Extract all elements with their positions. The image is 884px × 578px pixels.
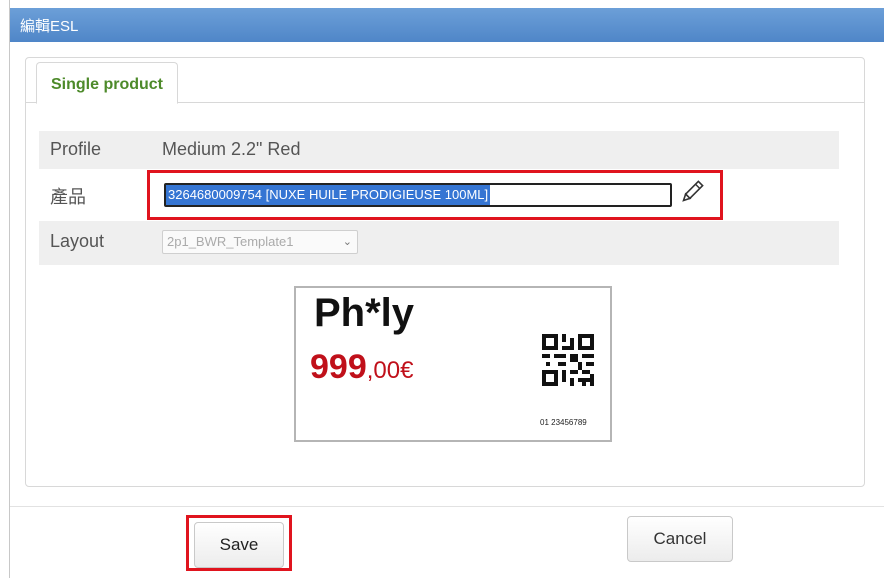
dialog-title: 編輯ESL bbox=[20, 18, 79, 35]
pencil-icon[interactable] bbox=[679, 179, 705, 205]
save-highlight-box: Save bbox=[186, 515, 292, 571]
layout-label: Layout bbox=[50, 231, 105, 251]
preview-price-int: 999 bbox=[310, 348, 367, 386]
product-label: 產品 bbox=[50, 187, 86, 207]
preview-price-dec: ,00€ bbox=[366, 357, 414, 384]
cancel-button[interactable]: Cancel bbox=[627, 516, 733, 562]
tab-bar: Single product bbox=[26, 58, 864, 104]
profile-label: Profile bbox=[50, 139, 102, 159]
esl-label-preview: Ph*ly 999,00€ 01 23456789 bbox=[294, 286, 612, 442]
layout-row: Layout 2p1_BWR_Template1 ⌄ bbox=[39, 221, 839, 265]
product-input-value: 3264680009754 [NUXE HUILE PRODIGIEUSE 10… bbox=[166, 185, 491, 205]
profile-row: Profile Medium 2.2" Red bbox=[39, 131, 839, 169]
dialog-titlebar[interactable]: 編輯ESL bbox=[10, 8, 884, 42]
product-row: 產品 3264680009754 [NUXE HUILE PRODIGIEUSE… bbox=[39, 170, 839, 220]
preview-barcode-number: 01 23456789 bbox=[540, 418, 587, 427]
qr-code-icon bbox=[542, 334, 594, 386]
chevron-down-icon: ⌄ bbox=[342, 236, 352, 248]
profile-value: Medium 2.2" Red bbox=[162, 139, 301, 159]
layout-select[interactable]: 2p1_BWR_Template1 ⌄ bbox=[162, 230, 358, 254]
tab-single-product[interactable]: Single product bbox=[36, 62, 178, 104]
edit-esl-dialog: 編輯ESL Single product Profile Medium 2.2"… bbox=[9, 0, 884, 578]
product-input[interactable]: 3264680009754 [NUXE HUILE PRODIGIEUSE 10… bbox=[164, 183, 672, 207]
save-button[interactable]: Save bbox=[194, 522, 284, 568]
preview-brand: Ph*ly bbox=[314, 291, 415, 335]
preview-price: 999,00€ bbox=[310, 348, 413, 387]
tab-panel: Single product Profile Medium 2.2" Red 產… bbox=[25, 57, 865, 487]
layout-select-value: 2p1_BWR_Template1 bbox=[167, 234, 294, 249]
footer-divider bbox=[10, 506, 884, 507]
